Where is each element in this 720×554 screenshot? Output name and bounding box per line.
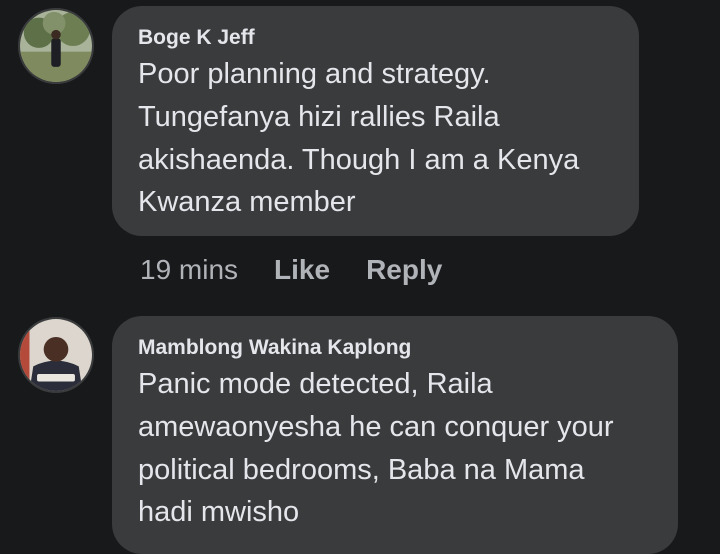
like-button[interactable]: Like — [274, 253, 330, 287]
avatar[interactable] — [18, 8, 94, 84]
avatar[interactable] — [18, 317, 94, 393]
reply-button[interactable]: Reply — [366, 253, 442, 287]
comment-timestamp: 19 mins — [140, 254, 239, 285]
comment-text-line: Poor planning and strategy. — [138, 58, 491, 90]
comment-text-line: Kwanza member — [138, 186, 356, 218]
comment-thread: Boge K Jeff Poor planning and strategy. … — [0, 0, 720, 554]
comment-item: Mamblong Wakina Kaplong Panic mode detec… — [0, 300, 720, 554]
comment-text-line: Panic mode detected, Raila — [138, 368, 493, 400]
comment-text-line: akishaenda. Though I am a Kenya — [138, 144, 580, 176]
comment-text-line: amewaonyesha he can conquer your — [138, 411, 614, 443]
comment-author[interactable]: Boge K Jeff — [138, 25, 255, 51]
comment-text-line: Tungefanya hizi rallies Raila — [138, 101, 500, 133]
avatar-photo-outdoor — [20, 10, 92, 82]
comment-text-line: hadi mwisho — [138, 496, 300, 528]
comment-actions: 19 mins Like Reply — [140, 253, 442, 287]
avatar-photo-portrait — [20, 319, 92, 391]
comment-text-line: political bedrooms, Baba na Mama — [138, 454, 585, 486]
comment-author[interactable]: Mamblong Wakina Kaplong — [138, 335, 411, 361]
comment-item: Boge K Jeff Poor planning and strategy. … — [0, 0, 720, 300]
